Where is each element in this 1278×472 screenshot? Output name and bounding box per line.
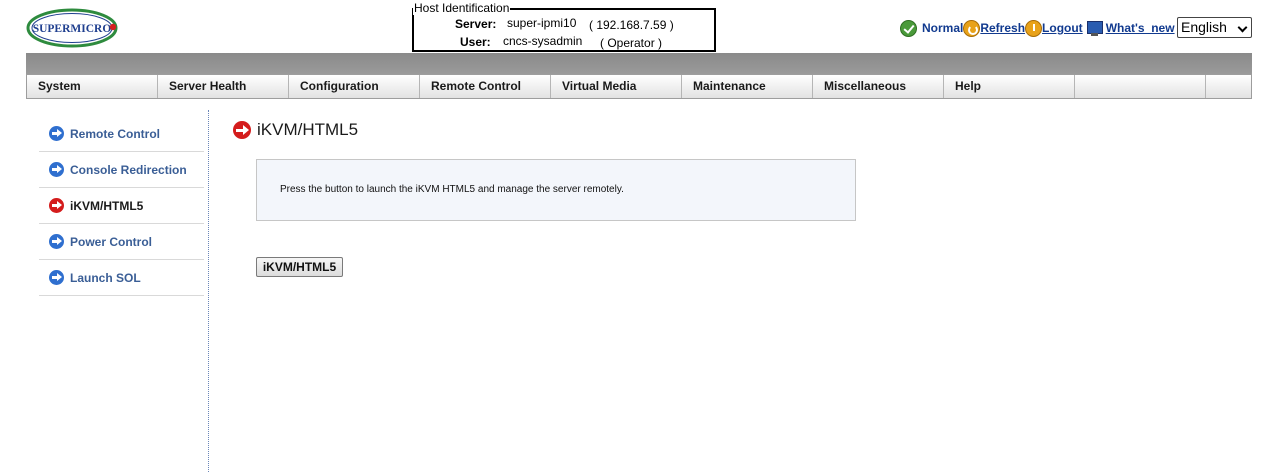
page-title-text: iKVM/HTML5: [257, 120, 359, 139]
menu-item-configuration[interactable]: Configuration: [289, 75, 420, 98]
supermicro-logo: SUPERMICRO: [26, 8, 118, 48]
sidebar-item-power-control[interactable]: Power Control: [39, 224, 204, 260]
launch-ikvm-html5-button[interactable]: iKVM/HTML5: [256, 257, 343, 277]
page-title: iKVM/HTML5: [233, 120, 358, 140]
user-role: ( Operator ): [600, 36, 663, 50]
user-label: User:: [460, 35, 491, 49]
logout-label[interactable]: Logout: [1042, 21, 1083, 35]
sidebar-item-ikvm-html5[interactable]: iKVM/HTML5: [39, 188, 204, 224]
check-circle-icon: [900, 19, 917, 37]
logout-link[interactable]: Logout: [1025, 19, 1083, 37]
monitor-icon[interactable]: [1085, 20, 1103, 37]
sidebar-divider: [208, 110, 209, 472]
arrow-right-active-icon: [49, 198, 64, 213]
refresh-icon[interactable]: [963, 19, 981, 37]
status-text: Normal: [922, 21, 964, 35]
menu-item-miscellaneous[interactable]: Miscellaneous: [813, 75, 944, 98]
whats-new-link[interactable]: What's_new: [1085, 20, 1175, 37]
arrow-right-icon: [49, 270, 64, 285]
server-ip: ( 192.168.7.59 ): [589, 18, 674, 32]
menu-item-maintenance[interactable]: Maintenance: [682, 75, 813, 98]
arrow-right-icon: [49, 162, 64, 177]
host-identification-legend: Host Identification: [413, 1, 511, 15]
page: SUPERMICRO Host Identification Server: s…: [0, 0, 1278, 472]
sidebar-item-label[interactable]: Launch SOL: [70, 271, 141, 285]
sidebar-item-label[interactable]: Power Control: [70, 235, 152, 249]
status-indicator: Normal: [900, 19, 964, 37]
language-select[interactable]: English: [1177, 17, 1252, 38]
arrow-right-title-icon: [233, 121, 251, 139]
whats-new-label[interactable]: What's_new: [1106, 21, 1175, 35]
power-icon[interactable]: [1025, 19, 1043, 37]
arrow-right-icon: [49, 234, 64, 249]
arrow-right-icon: [49, 126, 64, 141]
server-label: Server:: [455, 17, 497, 31]
language-value: English: [1181, 19, 1227, 35]
menu-item-remote-control[interactable]: Remote Control: [420, 75, 551, 98]
menu-item-server-health[interactable]: Server Health: [158, 75, 289, 98]
top-toolbar: Normal Refresh Logout What's_new: [900, 18, 1175, 38]
menu-item-help[interactable]: Help: [944, 75, 1075, 98]
refresh-label[interactable]: Refresh: [980, 21, 1025, 35]
menu-item-virtual-media[interactable]: Virtual Media: [551, 75, 682, 98]
sidebar-item-label[interactable]: Console Redirection: [70, 163, 187, 177]
sidebar-item-label[interactable]: Remote Control: [70, 127, 160, 141]
sidebar-item-console-redirection[interactable]: Console Redirection: [39, 152, 204, 188]
menu-item-system[interactable]: System: [27, 75, 158, 98]
sidebar: Remote Control Console Redirection iKVM/…: [39, 116, 204, 296]
logo-text: SUPERMICRO: [33, 23, 112, 35]
info-text: Press the button to launch the iKVM HTML…: [280, 184, 624, 195]
main-menu: System Server Health Configuration Remot…: [26, 74, 1252, 99]
sidebar-item-label[interactable]: iKVM/HTML5: [70, 199, 143, 213]
header-gray-bar: [26, 53, 1252, 74]
menu-item-empty: [1075, 75, 1206, 98]
chevron-down-icon: [1237, 22, 1248, 33]
refresh-link[interactable]: Refresh: [963, 19, 1025, 37]
sidebar-item-launch-sol[interactable]: Launch SOL: [39, 260, 204, 296]
server-name: super-ipmi10: [507, 16, 577, 30]
user-name: cncs-sysadmin: [503, 34, 583, 48]
sidebar-item-remote-control[interactable]: Remote Control: [39, 116, 204, 152]
info-box: Press the button to launch the iKVM HTML…: [256, 159, 856, 221]
